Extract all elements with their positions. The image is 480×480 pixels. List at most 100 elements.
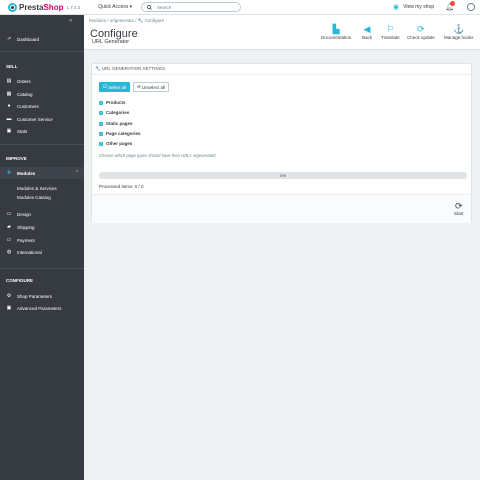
toolbar-label: Translate [381,35,400,40]
sidebar-item-label: Modules [17,170,36,176]
sidebar-item-modules-row: ✚ Modules [0,167,84,179]
select-all-label: Select all [108,84,127,90]
truck-icon: ▰ [7,224,11,230]
sidebar-subitem-modules-catalog[interactable]: Modules Catalog [17,195,51,200]
start-button[interactable]: ⟳ Start [454,201,464,216]
checkbox-checked-icon: ✓ [99,121,103,126]
chevron-up-icon: ^ [76,170,79,176]
manage-hooks-button[interactable]: ⚓ Manage hooks [444,23,474,40]
puzzle-icon: ✚ [6,170,12,176]
processed-items-text: Processed items: 0 / 0 [99,184,144,189]
panel-heading: 🔧 URL GENERATION SETTINGS [92,64,471,75]
back-button[interactable]: ◀ Back [362,23,372,40]
sidebar-item-customer-service[interactable]: ▬ Customer Service [0,113,84,125]
sidebar-item-label: Advanced Parameters [17,305,62,311]
divider [0,268,84,269]
view-my-shop-label: View my shop [403,4,435,10]
sidebar-item-modules[interactable]: ✚ Modules ^ [0,167,84,179]
globe-icon: ◍ [6,249,12,255]
account-circle-icon: ● [7,103,11,109]
logo-text: PrestaShop [19,2,64,12]
sidebar-item-label: Dashboard [17,36,40,42]
document-icon: ▙ [332,24,340,34]
checkbox-products[interactable]: ✓ Products [99,100,126,105]
checkbox-checked-icon: ✓ [99,141,103,146]
translate-button[interactable]: ⚐ Translate [381,23,400,40]
inbox-icon: ▤ [6,78,12,84]
sidebar-item-label: Design [17,211,32,217]
sidebar-subitem-modules-services[interactable]: Modules & Services [17,186,57,191]
sidebar-item-label: Orders [17,78,31,84]
checkbox-label: Products [106,100,126,105]
prestashop-logo[interactable]: PrestaShop [8,2,64,12]
sidebar-item-orders[interactable]: ▤ Orders [0,75,84,87]
refresh-icon: ⟳ [454,201,463,211]
sidebar-item-label: International [17,249,42,255]
sidebar-item-payment[interactable]: ▭ Payment [0,234,84,246]
sidebar-item-label: Payment [17,237,35,243]
minus-circle-icon: ⊖ [137,84,141,89]
version-label: 1.7.4.2 [66,4,81,10]
breadcrumb: Modules / urlgenerator / 🔧 Configure [89,18,165,23]
check-update-button[interactable]: ⟳ Check update [407,23,435,40]
sidebar-item-stats[interactable]: ▣ Stats [0,125,84,137]
quick-access-button[interactable]: Quick Access ▾ [98,4,132,10]
checkbox-page-categories[interactable]: ✓ Page categories [99,131,141,136]
settings-applications-icon: ▣ [6,305,12,311]
toolbar-label: Check update [407,35,435,40]
divider [0,144,84,145]
sidebar-item-shop-parameters[interactable]: ⚙ Shop Parameters [0,290,84,302]
section-title-sell: SELL [6,64,18,69]
refresh-icon: ⟳ [417,24,425,34]
sidebar-item-customers[interactable]: ● Customers [0,100,84,112]
unselect-all-button[interactable]: ⊖ Unselect all [133,82,170,92]
eye-icon: ◉ [393,4,400,11]
anchor-icon: ⚓ [453,24,465,34]
desktop-icon: ▭ [6,211,12,217]
sidebar-item-catalog[interactable]: ▦ Catalog [0,88,84,100]
section-title-improve: IMPROVE [6,156,27,161]
search-placeholder: Search [157,4,172,10]
user-avatar-icon[interactable] [467,3,475,11]
search-icon [147,4,152,10]
sidebar-item-label: Shop Parameters [17,293,53,299]
checkbox-label: Static pages [106,121,133,126]
start-label: Start [454,211,464,216]
sidebar-item-label: Customers [17,103,39,109]
sidebar-item-label: Customer Service [17,116,53,122]
collapse-sidebar-icon[interactable]: « [69,18,72,24]
checkbox-checked-icon: ✓ [99,110,103,115]
checkbox-label: Other pages [106,141,133,146]
sidebar: « ↗ Dashboard SELL ▤ Orders ▦ Catalog ● Cust… [0,15,84,480]
checkbox-checked-icon: ✓ [99,100,103,105]
checkbox-categories[interactable]: ✓ Categories [99,110,129,115]
sidebar-item-shipping[interactable]: ▰ Shipping [0,221,84,233]
notification-badge [450,1,455,6]
assessment-icon: ▣ [6,128,12,134]
sidebar-item-design[interactable]: ▭ Design [0,208,84,220]
toolbar-label: Documentation [321,35,352,40]
arrow-left-circle-icon: ◀ [363,24,371,34]
panel-footer: ⟳ Start [92,194,471,223]
search-input[interactable]: Search [141,2,241,12]
view-my-shop-link[interactable]: ◉ View my shop [393,3,434,11]
documentation-button[interactable]: ▙ Documentation [321,23,351,40]
checkbox-other-pages[interactable]: ✓ Other pages [99,141,132,146]
trending-up-icon: ↗ [6,36,12,42]
sidebar-item-advanced-parameters[interactable]: ▣ Advanced Parameters [0,302,84,314]
section-title-configure: CONFIGURE [6,278,33,283]
divider [0,51,84,52]
checkbox-static-pages[interactable]: ✓ Static pages [99,121,133,126]
sidebar-item-label: Catalog [17,91,33,97]
checkbox-label: Page categories [106,131,141,136]
progress-bar: 0% [99,172,467,179]
help-text: Choose which page types should have thei… [99,153,217,158]
checkbox-checked-icon: ✓ [99,131,103,136]
progress-label: 0% [280,173,286,178]
sidebar-item-international[interactable]: ◍ International [0,246,84,258]
sidebar-item-label: Stats [17,128,28,134]
select-all-button[interactable]: ☑ Select all [99,82,131,92]
checkbox-label: Categories [106,110,130,115]
sidebar-item-dashboard[interactable]: ↗ Dashboard [0,33,84,45]
credit-card-icon: ▭ [6,237,12,243]
